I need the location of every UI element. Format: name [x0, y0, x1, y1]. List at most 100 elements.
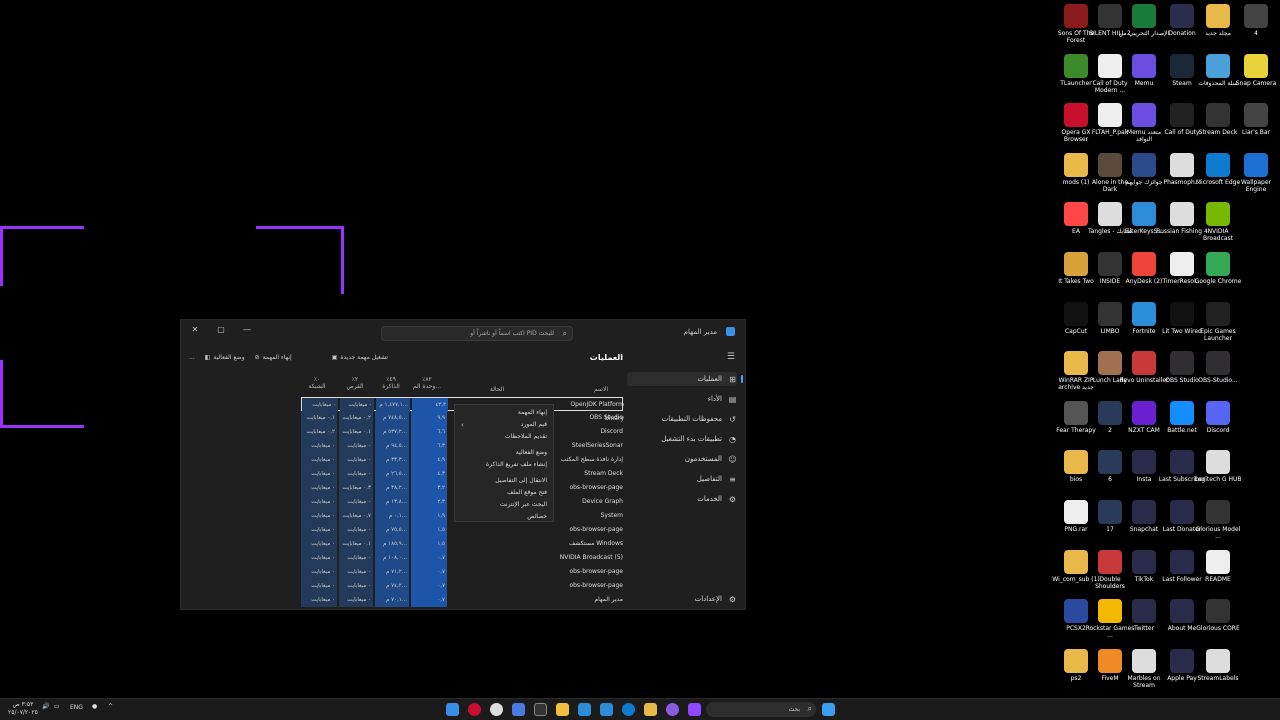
- close-icon[interactable]: ✕: [189, 325, 201, 334]
- desktop-icon[interactable]: README: [1194, 548, 1242, 596]
- process-name: مستكشف Windows: [569, 540, 623, 547]
- clock[interactable]: ٣:٥٣ ص ٢٥/٠٧/٢٠٢٥: [8, 701, 38, 717]
- vpn-taskbar-icon[interactable]: [512, 703, 525, 716]
- chevron-up-icon[interactable]: ^: [108, 703, 113, 710]
- mail-taskbar-icon[interactable]: [578, 703, 591, 716]
- process-row[interactable]: ٠ ميغابايت ٠,١ ميغابايت ١٨٥,٩ م... ١,٥ مستكش…: [301, 537, 626, 551]
- sidebar-item-6[interactable]: الخدمات ⚙: [627, 492, 737, 506]
- taskbar-search[interactable]: بحث ⌕: [706, 702, 816, 717]
- process-row[interactable]: ٠ ميغابايت ٠ ميغابايت ٧٥,٥ م... ١,٥ obs-brow…: [301, 523, 626, 537]
- copilot-taskbar-icon[interactable]: [666, 703, 679, 716]
- sidebar-item-settings[interactable]: الإعدادات ⚙: [627, 592, 737, 606]
- app-icon: [1170, 301, 1194, 326]
- sidebar-item-4[interactable]: المستخدمون ☺: [627, 452, 737, 466]
- disk-cell: ٠ ميغابايت: [339, 551, 373, 565]
- search-input[interactable]: اكتب اسماً أو ناشراً أو PID للبحث ⌕: [381, 326, 573, 341]
- process-row[interactable]: ٠ ميغابايت ٠ ميغابايت ٧٠,١ م... ٠,٧ مدير الم…: [301, 593, 626, 607]
- desktop-icon-label: Epic Games Launcher: [1200, 327, 1236, 342]
- edge-taskbar-icon[interactable]: [622, 703, 635, 716]
- app-title: مدير المهام: [683, 328, 717, 336]
- disk-cell: ٠,٢ ميغابايت: [339, 411, 373, 425]
- sidebar-item-2[interactable]: محفوظات التطبيقات ↺: [627, 412, 737, 426]
- desktop-icon[interactable]: OBS-Studio...: [1194, 349, 1242, 397]
- start-icon[interactable]: [822, 703, 835, 716]
- sidebar-item-5[interactable]: التفاصيل ≡: [627, 472, 737, 486]
- desktop-icon[interactable]: StreamLabels: [1194, 647, 1242, 695]
- task-manager-icon: [726, 327, 735, 336]
- process-row[interactable]: ٠ ميغابايت ٠ ميغابايت ١٠٨,٠ م... ٠,٧ NVIDIA …: [301, 551, 626, 565]
- desktop-icon[interactable]: NVIDIA Broadcast: [1194, 200, 1242, 248]
- desktop-icon[interactable]: Snap Camera: [1232, 52, 1280, 100]
- column-header-name[interactable]: الاسم: [581, 386, 621, 393]
- context-menu-item[interactable]: وضع الفعالية: [516, 449, 547, 459]
- desktop-icon-label: NVIDIA Broadcast: [1202, 228, 1234, 243]
- opera-gx-taskbar-icon[interactable]: [468, 703, 481, 716]
- twitch-taskbar-icon[interactable]: [688, 703, 701, 716]
- sidebar-item-1[interactable]: الأداء ▤: [627, 392, 737, 406]
- process-row[interactable]: ٠ ميغابايت ٠ ميغابايت ٧١,٢ م... ٠,٧ obs-brow…: [301, 565, 626, 579]
- context-menu-item[interactable]: إنهاء المهمة: [518, 409, 547, 419]
- run-new-task-button[interactable]: ▣ تشغيل مهمة جديدة: [332, 354, 388, 361]
- microphone-icon[interactable]: ●: [92, 703, 97, 710]
- memory-cell: ١,٤٧٧,١ م...: [376, 398, 410, 412]
- sidebar-item-3[interactable]: تطبيقات بدء التشغيل ◔: [627, 432, 737, 446]
- app-taskbar-icon[interactable]: [556, 703, 569, 716]
- desktop-icon[interactable]: 4: [1232, 2, 1280, 50]
- app-icon: [1098, 450, 1122, 475]
- app-icon: [1206, 351, 1230, 376]
- context-menu-item[interactable]: قيم المورد: [521, 421, 547, 431]
- more-button[interactable]: ...: [189, 354, 195, 361]
- gear-icon: ⚙: [728, 594, 737, 604]
- file-explorer-taskbar-icon[interactable]: [644, 703, 657, 716]
- column-header-status[interactable]: الحالة: [477, 386, 517, 393]
- obs-taskbar-icon[interactable]: [490, 703, 503, 716]
- context-menu-item[interactable]: تقديم الملاحظات: [505, 433, 547, 443]
- taskbar: ٣:٥٣ ص ٢٥/٠٧/٢٠٢٥ 🔊 ▭ ENG ● ^ بحث ⌕: [0, 698, 1280, 720]
- task-manager-taskbar-icon[interactable]: [446, 703, 459, 716]
- efficiency-mode-button[interactable]: ◧ وضع الفعالية: [205, 354, 245, 361]
- process-name: OBS Studio: [589, 414, 623, 421]
- sidebar-item-label: العمليات: [697, 375, 722, 383]
- app-icon: [1170, 4, 1194, 28]
- desktop-icon[interactable]: Logitech G HUB: [1194, 448, 1242, 496]
- overlay-bracket-top-right: [256, 226, 344, 294]
- column-header-net[interactable]: ٪٠ الشبكة: [299, 376, 335, 390]
- desktop-icon-label: Glorious CORE: [1196, 625, 1240, 633]
- context-menu-item[interactable]: الانتقال إلى التفاصيل: [495, 477, 547, 487]
- desktop-icon[interactable]: Epic Games Launcher: [1194, 300, 1242, 348]
- calendar-taskbar-icon[interactable]: [600, 703, 613, 716]
- app-icon: [1132, 599, 1156, 624]
- stream-deck-taskbar-icon[interactable]: [534, 703, 547, 716]
- desktop-icon[interactable]: Google Chrome: [1194, 250, 1242, 298]
- maximize-icon[interactable]: ▢: [215, 325, 227, 334]
- process-row[interactable]: ٠ ميغابايت ٠ ميغابايت ٧٤,٢ م... ٠,٧ obs-brow…: [301, 579, 626, 593]
- app-icon: [1206, 648, 1230, 673]
- desktop-icon[interactable]: Discord: [1194, 399, 1242, 447]
- app-icon: [1064, 599, 1088, 624]
- context-menu-item[interactable]: خصائص: [527, 513, 547, 523]
- language-indicator[interactable]: ENG: [70, 704, 83, 711]
- memory-cell: ١٣,٨ م...: [375, 495, 409, 509]
- minimize-icon[interactable]: —: [241, 325, 253, 334]
- volume-icon[interactable]: 🔊: [42, 703, 49, 710]
- desktop-icon[interactable]: Glorious Model ...: [1194, 498, 1242, 546]
- desktop-icon[interactable]: Wallpaper Engine: [1232, 151, 1280, 199]
- column-header-memory[interactable]: ٪٤٩ الذاكرة: [373, 376, 409, 390]
- network-icon[interactable]: ▭: [54, 703, 60, 710]
- desktop-icon[interactable]: Liar's Bar: [1232, 101, 1280, 149]
- context-menu-item[interactable]: فتح موقع الملف: [507, 489, 547, 499]
- sidebar-item-0[interactable]: العمليات ⊞: [627, 372, 743, 386]
- net-cell: ٠ ميغابايت: [302, 398, 338, 412]
- end-task-button[interactable]: ⊘ إنهاء المهمة: [255, 354, 292, 361]
- app-icon: [1170, 400, 1194, 425]
- new-task-icon: ▣: [331, 354, 338, 361]
- page-title: العمليات: [589, 353, 623, 362]
- context-menu-item[interactable]: إنشاء ملف تفريغ الذاكرة: [486, 461, 547, 471]
- context-menu-item[interactable]: البحث عبر الإنترنت: [500, 501, 547, 511]
- desktop-icon[interactable]: Glorious CORE: [1194, 597, 1242, 645]
- sidebar-item-label: المستخدمون: [684, 455, 722, 463]
- chevron-left-icon: ‹: [461, 421, 464, 429]
- column-header-cpu[interactable]: ٪٨٢ وحدة الم...: [409, 376, 445, 390]
- net-cell: ٠ ميغابايت: [301, 565, 337, 579]
- column-header-disk[interactable]: ٪٢ القرص: [337, 376, 373, 390]
